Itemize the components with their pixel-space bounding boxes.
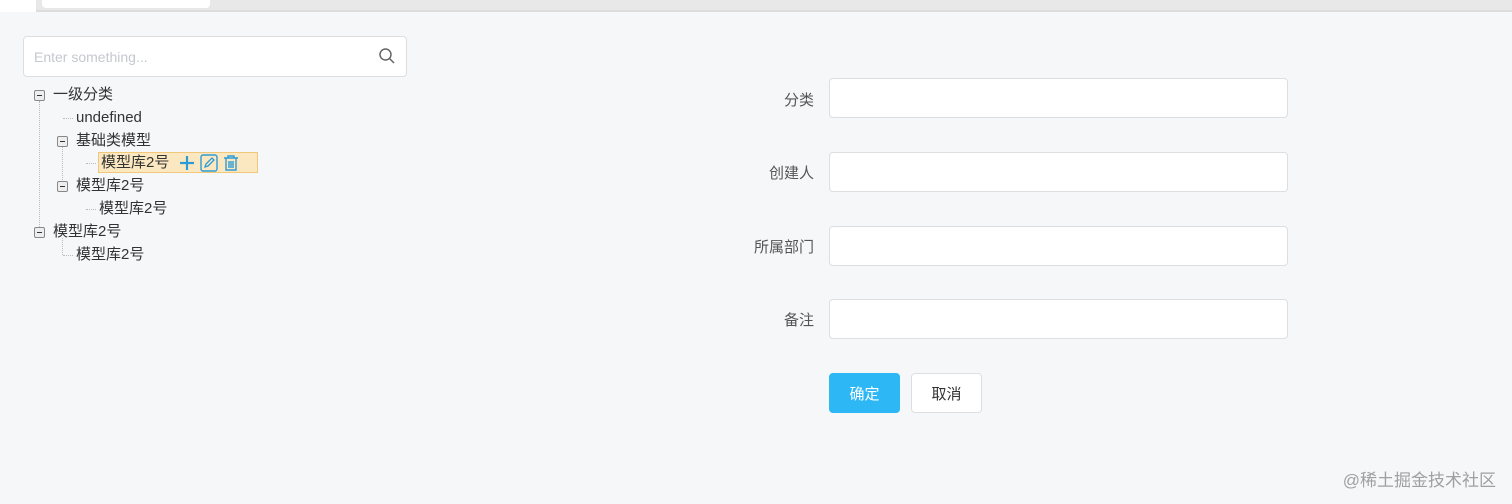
tree-node-selected[interactable]: 模型库2号 xyxy=(98,152,258,173)
creator-label: 创建人 xyxy=(768,165,814,182)
tree-node[interactable]: 基础类模型 xyxy=(76,130,151,152)
creator-input[interactable] xyxy=(829,152,1288,192)
remark-input[interactable] xyxy=(829,299,1288,339)
search-input[interactable] xyxy=(24,37,364,76)
delete-icon[interactable] xyxy=(222,154,240,172)
tree-node[interactable]: undefined xyxy=(76,107,142,129)
plus-icon[interactable] xyxy=(178,154,196,172)
tree-node[interactable]: 模型库2号 xyxy=(53,221,121,243)
tree-node-label: 模型库2号 xyxy=(101,154,170,171)
tab[interactable] xyxy=(42,0,210,8)
edit-icon[interactable] xyxy=(199,154,218,172)
tree-node[interactable]: 一级分类 xyxy=(53,84,113,106)
collapse-icon[interactable] xyxy=(34,90,45,101)
tree-node[interactable]: 模型库2号 xyxy=(76,175,144,197)
tab-active[interactable] xyxy=(0,0,36,12)
remark-label: 备注 xyxy=(783,312,814,329)
collapse-icon[interactable] xyxy=(57,136,68,147)
tree-node[interactable]: 模型库2号 xyxy=(76,244,144,266)
tab-bar xyxy=(0,0,1512,12)
category-label: 分类 xyxy=(783,92,814,109)
confirm-button[interactable]: 确定 xyxy=(829,373,900,413)
department-label: 所属部门 xyxy=(753,239,814,256)
cancel-button[interactable]: 取消 xyxy=(911,373,982,413)
search-box xyxy=(23,36,407,77)
collapse-icon[interactable] xyxy=(57,181,68,192)
department-input[interactable] xyxy=(829,226,1288,266)
tree-node[interactable]: 模型库2号 xyxy=(99,198,167,220)
collapse-icon[interactable] xyxy=(34,227,45,238)
search-icon[interactable] xyxy=(378,47,396,65)
watermark: @稀土掘金技术社区 xyxy=(1342,471,1496,490)
category-input[interactable] xyxy=(829,78,1288,118)
